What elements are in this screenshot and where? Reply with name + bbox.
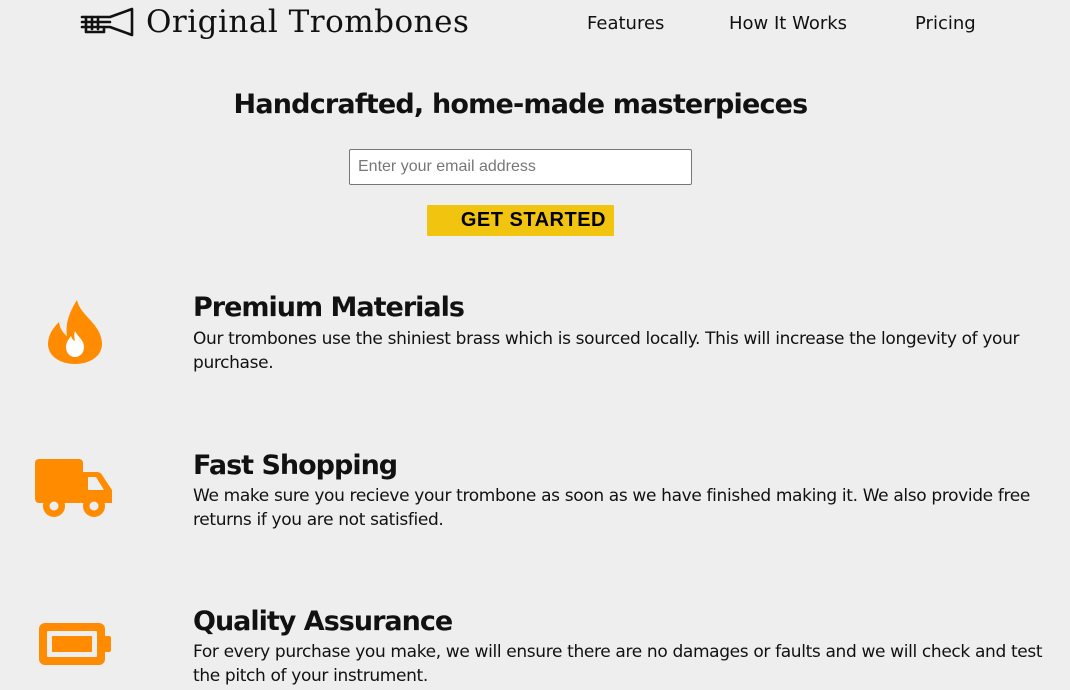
feature-title: Premium Materials <box>193 292 465 323</box>
header: Original Trombones Features How It Works… <box>0 0 1070 50</box>
feature-description: Our trombones use the shiniest brass whi… <box>193 329 1020 373</box>
brand-logo[interactable]: Original Trombones <box>80 2 469 42</box>
feature-title: Quality Assurance <box>193 606 453 637</box>
trombone-icon <box>80 7 134 37</box>
feature-description: For every purchase you make, we will ens… <box>193 642 1043 686</box>
feature-description: We make sure you recieve your trombone a… <box>193 486 1030 530</box>
hero-title: Handcrafted, home-made masterpieces <box>233 89 809 120</box>
get-started-button[interactable]: GET STARTED <box>427 205 614 236</box>
nav-link-pricing[interactable]: Pricing <box>915 13 976 34</box>
nav-link-features[interactable]: Features <box>587 13 664 34</box>
feature-title: Fast Shopping <box>193 450 398 481</box>
battery-icon <box>39 623 111 665</box>
brand-name: Original Trombones <box>146 3 470 40</box>
fire-icon <box>48 300 102 364</box>
nav-link-how-it-works[interactable]: How It Works <box>729 13 847 34</box>
email-input[interactable] <box>349 149 692 185</box>
truck-icon <box>35 459 112 517</box>
